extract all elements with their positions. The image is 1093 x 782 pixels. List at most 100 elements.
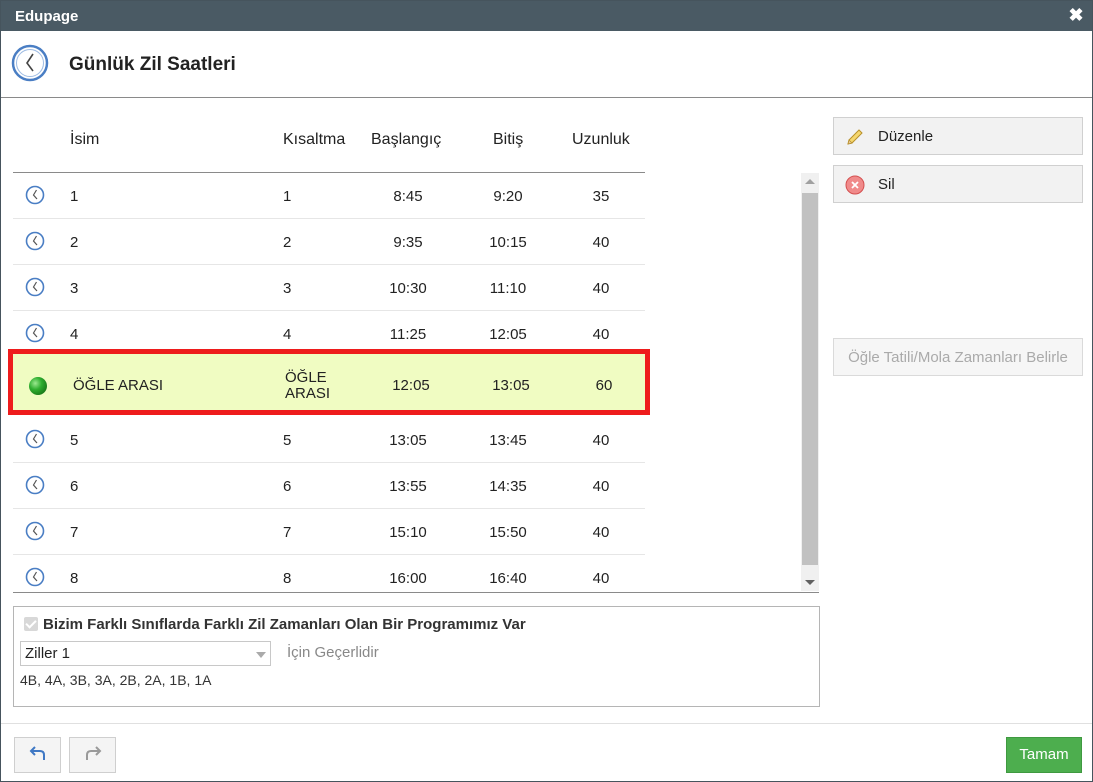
- column-header-start[interactable]: Başlangıç: [371, 131, 441, 149]
- row-abbr-line1: ÖĞLE: [285, 369, 327, 386]
- clock-icon: [25, 429, 45, 453]
- break-times-button-label: Öğle Tatili/Mola Zamanları Belirle: [848, 349, 1068, 366]
- table-row[interactable]: 5 5 13:05 13:45 40: [13, 417, 645, 463]
- row-end: 13:05: [492, 377, 530, 394]
- row-start: 10:30: [389, 280, 427, 297]
- table-row[interactable]: 8 8 16:00 16:40 40: [13, 555, 645, 591]
- row-name: 5: [70, 432, 79, 449]
- row-length: 40: [592, 524, 610, 541]
- row-start: 15:10: [389, 524, 427, 541]
- table-row-break-highlighted[interactable]: ÖĞLE ARASI ÖĞLE ARASI 12:05 13:05 60: [8, 349, 650, 415]
- bell-set-select[interactable]: Ziller 1: [20, 641, 271, 666]
- row-end: 11:10: [489, 280, 527, 297]
- row-length: 40: [592, 234, 610, 251]
- row-abbr: ÖĞLE ARASI: [285, 370, 330, 402]
- edit-button[interactable]: Düzenle: [833, 117, 1083, 155]
- clock-icon: [25, 231, 45, 255]
- row-start: 16:00: [389, 570, 427, 587]
- row-end: 15:50: [489, 524, 527, 541]
- scroll-up-arrow-icon[interactable]: [805, 179, 815, 184]
- row-name: 1: [70, 188, 79, 205]
- row-name: 8: [70, 570, 79, 587]
- table-row[interactable]: 1 1 8:45 9:20 35: [13, 173, 645, 219]
- row-name: 4: [70, 326, 79, 343]
- window-title: Edupage: [15, 8, 79, 25]
- row-name: 3: [70, 280, 79, 297]
- chevron-down-icon: [256, 652, 266, 658]
- row-abbr: 5: [283, 432, 292, 449]
- row-end: 14:35: [489, 478, 527, 495]
- column-header-abbr[interactable]: Kısaltma: [283, 131, 345, 149]
- bell-set-select-value: Ziller 1: [25, 645, 71, 662]
- delete-button[interactable]: Sil: [833, 165, 1083, 203]
- green-dot-icon: [28, 376, 48, 400]
- different-bells-checkbox[interactable]: [24, 617, 38, 631]
- row-length: 40: [592, 570, 610, 587]
- clock-icon: [25, 475, 45, 499]
- vertical-scrollbar[interactable]: [801, 173, 819, 591]
- clock-icon: [25, 277, 45, 301]
- row-abbr: 4: [283, 326, 292, 343]
- classes-list: 4B, 4A, 3B, 3A, 2B, 2A, 1B, 1A: [20, 672, 212, 688]
- scrollbar-thumb[interactable]: [802, 193, 818, 565]
- row-end: 10:15: [489, 234, 527, 251]
- valid-for-label: İçin Geçerlidir: [287, 644, 379, 661]
- scroll-down-arrow-icon[interactable]: [805, 580, 815, 585]
- row-end: 16:40: [489, 570, 527, 587]
- row-name: 7: [70, 524, 79, 541]
- row-abbr: 8: [283, 570, 292, 587]
- clock-icon: [25, 567, 45, 591]
- row-start: 8:45: [393, 188, 423, 205]
- class-bell-settings-panel: Bizim Farklı Sınıflarda Farklı Zil Zaman…: [13, 606, 820, 707]
- clock-icon: [25, 521, 45, 545]
- footer-divider: [1, 723, 1092, 724]
- row-name: ÖĞLE ARASI: [73, 377, 164, 394]
- redo-button[interactable]: [69, 737, 116, 773]
- table-bottom-divider: [13, 592, 819, 593]
- row-length: 40: [592, 326, 610, 343]
- row-end: 13:45: [489, 432, 527, 449]
- close-icon[interactable]: ✖: [1066, 5, 1086, 25]
- undo-button[interactable]: [14, 737, 61, 773]
- table-row[interactable]: 7 7 15:10 15:50 40: [13, 509, 645, 555]
- row-abbr: 3: [283, 280, 292, 297]
- row-length: 40: [592, 280, 610, 297]
- row-abbr-line2: ARASI: [285, 385, 331, 402]
- page-title: Günlük Zil Saatleri: [69, 54, 236, 75]
- edit-button-label: Düzenle: [878, 128, 934, 145]
- table-row[interactable]: 3 3 10:30 11:10 40: [13, 265, 645, 311]
- pencil-icon: [845, 127, 865, 151]
- row-start: 9:35: [393, 234, 423, 251]
- row-name: 6: [70, 478, 79, 495]
- row-abbr: 1: [283, 188, 292, 205]
- column-header-end[interactable]: Bitiş: [493, 131, 523, 149]
- table-row[interactable]: 6 6 13:55 14:35 40: [13, 463, 645, 509]
- delete-button-label: Sil: [878, 176, 895, 193]
- column-header-name[interactable]: İsim: [70, 131, 99, 149]
- row-end: 9:20: [493, 188, 523, 205]
- row-start: 13:05: [389, 432, 427, 449]
- clock-icon: [25, 323, 45, 347]
- row-start: 11:25: [389, 326, 427, 343]
- row-length: 40: [592, 432, 610, 449]
- dialog-header: Günlük Zil Saatleri: [1, 31, 1092, 98]
- row-length: 35: [592, 188, 610, 205]
- table-row[interactable]: 2 2 9:35 10:15 40: [13, 219, 645, 265]
- row-abbr: 2: [283, 234, 292, 251]
- row-length: 40: [592, 478, 610, 495]
- dialog-window: Edupage ✖ Günlük Zil Saatleri İsim Kısal…: [0, 0, 1093, 782]
- clock-icon: [11, 44, 49, 87]
- ok-button[interactable]: Tamam: [1006, 737, 1082, 773]
- row-start: 12:05: [392, 377, 430, 394]
- different-bells-label[interactable]: Bizim Farklı Sınıflarda Farklı Zil Zaman…: [43, 616, 526, 633]
- row-end: 12:05: [489, 326, 527, 343]
- break-times-button[interactable]: Öğle Tatili/Mola Zamanları Belirle: [833, 338, 1083, 376]
- column-header-length[interactable]: Uzunluk: [572, 131, 630, 149]
- title-bar: Edupage ✖: [1, 1, 1092, 31]
- clock-icon: [25, 185, 45, 209]
- delete-icon: [845, 175, 865, 199]
- row-length: 60: [595, 377, 613, 394]
- row-abbr: 6: [283, 478, 292, 495]
- row-start: 13:55: [389, 478, 427, 495]
- row-name: 2: [70, 234, 79, 251]
